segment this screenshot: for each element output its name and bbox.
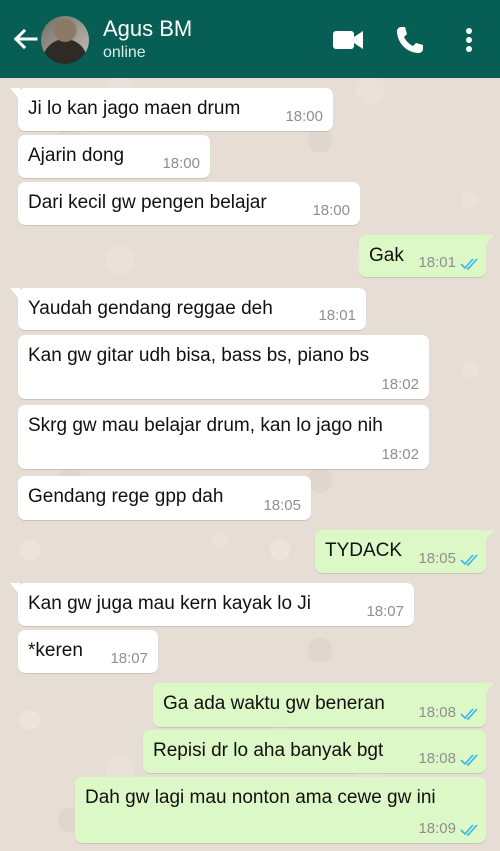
message-text: Gak — [369, 245, 404, 266]
message-time: 18:01 — [418, 254, 456, 271]
message-bubble[interactable]: Kan gw juga mau kern kayak lo Ji 18:07 — [10, 583, 414, 626]
double-check-icon — [460, 708, 478, 720]
message-time: 18:02 — [381, 376, 419, 393]
message-bubble[interactable]: Ji lo kan jago maen drum 18:00 — [10, 88, 333, 131]
message-time: 18:00 — [312, 202, 350, 219]
double-check-icon — [460, 824, 478, 836]
message-time: 18:08 — [418, 704, 456, 721]
message-list[interactable]: Ji lo kan jago maen drum 18:00 Ajarin do… — [0, 78, 500, 851]
more-vert-icon[interactable] — [460, 24, 478, 56]
message-text: Ji lo kan jago maen drum — [28, 98, 241, 119]
message-time: 18:05 — [263, 497, 301, 514]
message-time: 18:00 — [162, 155, 200, 172]
message-bubble[interactable]: *keren 18:07 — [18, 630, 158, 673]
message-time: 18:09 — [418, 820, 456, 837]
message-bubble[interactable]: Ga ada waktu gw beneran 18:08 — [153, 683, 494, 727]
message-time: 18:01 — [318, 307, 356, 324]
message-text: Repisi dr lo aha banyak bgt — [153, 740, 384, 761]
message-bubble[interactable]: Skrg gw mau belajar drum, kan lo jago ni… — [18, 405, 429, 469]
message-text: Ajarin dong — [28, 145, 125, 166]
double-check-icon — [460, 754, 478, 766]
contact-name[interactable]: Agus BM — [103, 17, 192, 41]
message-bubble[interactable]: Dari kecil gw pengen belajar 18:00 — [18, 182, 360, 225]
message-bubble[interactable]: Gendang rege gpp dah 18:05 — [18, 476, 311, 520]
video-call-icon[interactable] — [331, 24, 365, 56]
message-text: Yaudah gendang reggae deh — [28, 298, 273, 319]
chat-header: Agus BM online — [0, 0, 500, 78]
message-bubble[interactable]: Yaudah gendang reggae deh 18:01 — [10, 288, 366, 330]
message-bubble[interactable]: Repisi dr lo aha banyak bgt 18:08 — [143, 730, 486, 773]
arrow-left-icon[interactable] — [8, 22, 40, 56]
message-time: 18:02 — [381, 446, 419, 463]
message-time: 18:08 — [418, 750, 456, 767]
message-bubble[interactable]: TYDACK 18:05 — [315, 530, 494, 573]
phone-icon[interactable] — [393, 24, 427, 56]
message-bubble[interactable]: Ajarin dong 18:00 — [18, 135, 210, 178]
avatar[interactable] — [41, 16, 89, 64]
message-time: 18:00 — [285, 108, 323, 125]
double-check-icon — [460, 554, 478, 566]
message-text: Kan gw juga mau kern kayak lo Ji — [28, 593, 312, 614]
message-text: Dah gw lagi mau nonton ama cewe gw ini — [85, 787, 436, 808]
message-text: TYDACK — [325, 540, 403, 561]
message-text: Ga ada waktu gw beneran — [163, 693, 385, 714]
message-bubble[interactable]: Kan gw gitar udh bisa, bass bs, piano bs… — [18, 335, 429, 399]
message-text: Skrg gw mau belajar drum, kan lo jago ni… — [28, 415, 383, 436]
message-time: 18:07 — [366, 603, 404, 620]
message-text: Kan gw gitar udh bisa, bass bs, piano bs — [28, 345, 370, 366]
contact-status: online — [103, 44, 146, 61]
message-time: 18:07 — [110, 650, 148, 667]
message-text: *keren — [28, 640, 83, 661]
message-text: Gendang rege gpp dah — [28, 486, 224, 507]
message-text: Dari kecil gw pengen belajar — [28, 192, 267, 213]
message-time: 18:05 — [418, 550, 456, 567]
message-bubble[interactable]: Gak 18:01 — [359, 235, 494, 277]
message-bubble[interactable]: Dah gw lagi mau nonton ama cewe gw ini 1… — [75, 777, 486, 843]
double-check-icon — [460, 258, 478, 270]
